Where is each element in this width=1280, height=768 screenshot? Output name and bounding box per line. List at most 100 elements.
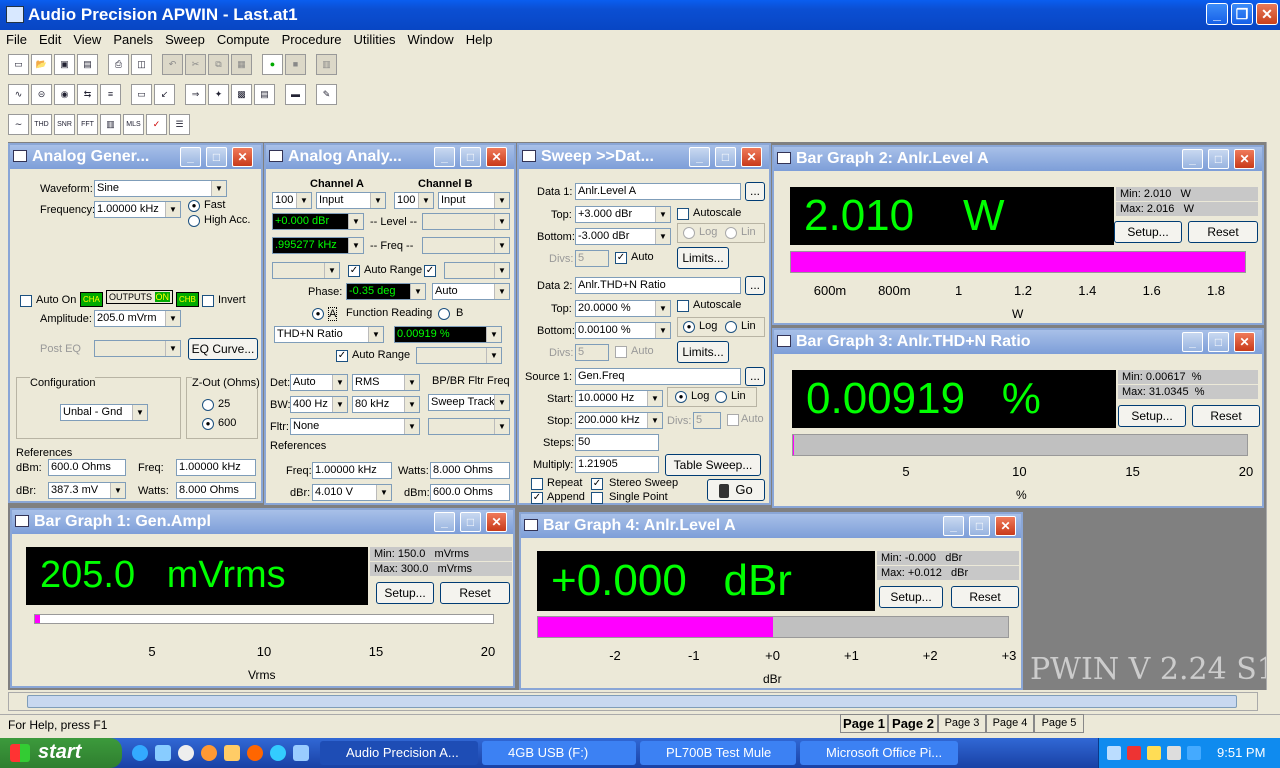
lin1-radio[interactable] (725, 227, 737, 239)
function-range-select[interactable]: ▼ (416, 347, 502, 364)
start-field[interactable]: 10.0000 Hz ▼ (575, 390, 663, 407)
page-5-tab[interactable]: Page 5 (1034, 714, 1084, 733)
setup-button[interactable]: Setup... (879, 586, 943, 608)
range-a-select[interactable]: 100 ▼ (272, 192, 312, 209)
fltr-select[interactable]: None ▼ (290, 418, 420, 435)
lin3-radio[interactable] (715, 391, 727, 403)
stop-icon[interactable]: ■ (285, 54, 306, 75)
vertical-scrollbar[interactable] (1266, 142, 1280, 690)
append-checkbox[interactable]: ✓ (531, 492, 543, 504)
close-button[interactable]: ✕ (1234, 149, 1255, 169)
panel-title-bar[interactable]: Analog Analy... _ □ ✕ (266, 145, 514, 169)
cut-icon[interactable]: ✂ (185, 54, 206, 75)
snr-icon[interactable]: SNR (54, 114, 75, 135)
minimize-button[interactable]: _ (180, 147, 201, 167)
setup-button[interactable]: Setup... (1118, 405, 1186, 427)
quick-launch-icon[interactable] (293, 745, 309, 761)
divs2-field[interactable]: 5 (575, 344, 609, 361)
autoscale2-checkbox[interactable] (677, 300, 689, 312)
post-eq-select[interactable]: ▼ (94, 340, 181, 357)
auto-range-checkbox[interactable]: ✓ (348, 265, 360, 277)
data1-field[interactable]: Anlr.Level A (575, 183, 741, 200)
go-button[interactable]: Go (707, 479, 765, 501)
watts-field[interactable]: 8.000 Ohms (430, 462, 510, 479)
security-icon[interactable] (1127, 746, 1141, 760)
phase-reading[interactable]: -0.35 deg ▼ (346, 283, 426, 300)
quick-launch-firefox-icon[interactable] (247, 745, 263, 761)
quick-launch-ie-icon[interactable] (132, 745, 148, 761)
watts-field[interactable]: 8.000 Ohms (176, 482, 256, 499)
close-button[interactable]: ✕ (232, 147, 253, 167)
panel-title-bar[interactable]: Bar Graph 1: Gen.Ampl _ □ ✕ (12, 510, 513, 534)
analyzer-icon[interactable]: ⊝ (31, 84, 52, 105)
page-4-tab[interactable]: Page 4 (986, 714, 1034, 733)
single-point-checkbox[interactable] (591, 492, 603, 504)
minimize-button[interactable]: _ (689, 147, 710, 167)
zout-25-radio[interactable] (202, 399, 214, 411)
det-select[interactable]: Auto ▼ (290, 374, 348, 391)
spectrum-icon[interactable]: ✦ (208, 84, 229, 105)
function-b-radio[interactable] (438, 308, 450, 320)
graph-icon[interactable]: ∼ (8, 114, 29, 135)
bluetooth-icon[interactable] (1187, 746, 1201, 760)
network-icon[interactable] (1107, 746, 1121, 760)
open-icon[interactable]: 📂 (31, 54, 52, 75)
quick-launch-icon[interactable] (201, 745, 217, 761)
stop-field[interactable]: 200.000 kHz ▼ (575, 412, 663, 429)
panel-title-bar[interactable]: Sweep >>Dat... _ □ ✕ (519, 145, 769, 169)
menu-edit[interactable]: Edit (33, 30, 67, 47)
copy-icon[interactable]: ⧉ (208, 54, 229, 75)
data-icon[interactable]: ▤ (254, 84, 275, 105)
fft-icon[interactable]: FFT (77, 114, 98, 135)
input-b-select[interactable]: Input ▼ (438, 192, 510, 209)
horizontal-scroll-thumb[interactable] (27, 695, 1237, 708)
auto3-checkbox[interactable] (727, 414, 739, 426)
maximize-button[interactable]: □ (460, 147, 481, 167)
configuration-select[interactable]: Unbal - Gnd ▼ (60, 404, 148, 421)
go-icon[interactable]: ● (262, 54, 283, 75)
task-usb-drive[interactable]: 4GB USB (F:) (482, 741, 636, 765)
menu-sweep[interactable]: Sweep (159, 30, 211, 47)
ref-freq-field[interactable]: 1.00000 kHz (176, 459, 256, 476)
log1-radio[interactable] (683, 227, 695, 239)
usb-icon[interactable] (1147, 746, 1161, 760)
horizontal-scrollbar[interactable] (8, 692, 1258, 711)
panel-title-bar[interactable]: Analog Gener... _ □ ✕ (10, 145, 261, 169)
range-b-select[interactable]: ▼ (444, 262, 510, 279)
maximize-button[interactable]: □ (1208, 149, 1229, 169)
minimize-button[interactable]: _ (1206, 3, 1228, 25)
frequency-field[interactable]: 1.00000 kHz ▼ (94, 201, 181, 218)
maximize-button[interactable]: □ (206, 147, 227, 167)
minimize-button[interactable]: _ (943, 516, 964, 536)
amplitude-field[interactable]: 205.0 mVrm ▼ (94, 310, 181, 327)
task-office[interactable]: Microsoft Office Pi... (800, 741, 958, 765)
undo-icon[interactable]: ↶ (162, 54, 183, 75)
reset-button[interactable]: Reset (951, 586, 1019, 608)
fltr-freq-select[interactable]: ▼ (428, 418, 510, 435)
auto-on-checkbox[interactable] (20, 295, 32, 307)
source1-browse-button[interactable]: ... (745, 367, 765, 386)
switcher-icon[interactable]: ⇆ (77, 84, 98, 105)
high-acc-radio[interactable] (188, 215, 200, 227)
list-icon[interactable]: ☰ (169, 114, 190, 135)
bw-low-select[interactable]: 400 Hz ▼ (290, 396, 348, 413)
function-a-radio[interactable]: ● (312, 308, 324, 320)
range-select[interactable]: ▼ (272, 262, 340, 279)
minimize-button[interactable]: _ (434, 147, 455, 167)
divs3-field[interactable]: 5 (693, 412, 721, 429)
limits2-button[interactable]: Limits... (677, 341, 729, 363)
divs1-field[interactable]: 5 (575, 250, 609, 267)
setup-button[interactable]: Setup... (376, 582, 434, 604)
auto2-checkbox[interactable] (615, 346, 627, 358)
quick-launch-media-icon[interactable] (178, 745, 194, 761)
maximize-button[interactable]: □ (1208, 332, 1229, 352)
panel-title-bar[interactable]: Bar Graph 2: Anlr.Level A _ □ ✕ (774, 147, 1262, 171)
minimize-button[interactable]: _ (434, 512, 455, 532)
page-3-tab[interactable]: Page 3 (938, 714, 986, 733)
reset-button[interactable]: Reset (1192, 405, 1260, 427)
waveform-select[interactable]: Sine ▼ (94, 180, 227, 197)
bottom1-field[interactable]: -3.000 dBr ▼ (575, 228, 671, 245)
log2-radio[interactable]: ● (683, 321, 695, 333)
quick-launch-icon[interactable] (270, 745, 286, 761)
bar-icon[interactable]: ▥ (100, 114, 121, 135)
